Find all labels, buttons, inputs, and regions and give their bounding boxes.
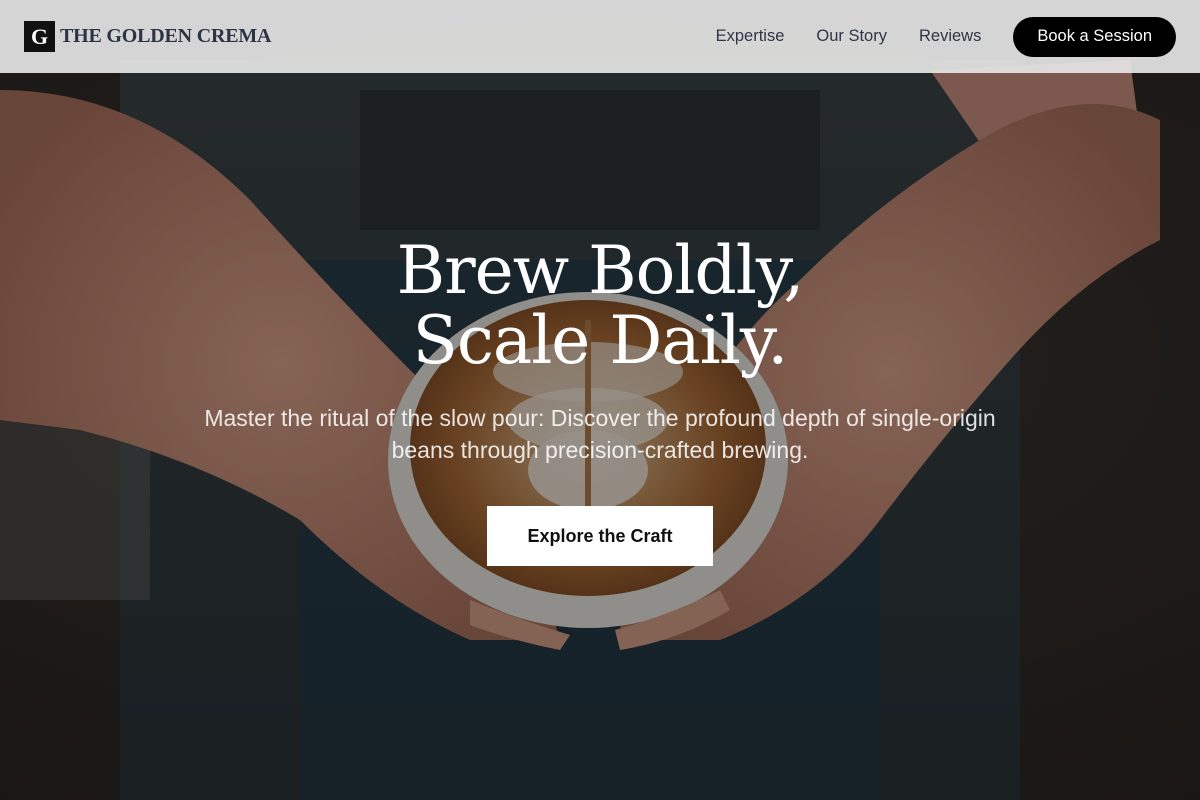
brand-logo[interactable]: G THE GOLDEN CREMA	[24, 21, 271, 52]
site-navbar: G THE GOLDEN CREMA Expertise Our Story R…	[0, 0, 1200, 73]
hero-section: Brew Boldly, Scale Daily. Master the rit…	[0, 0, 1200, 800]
brand-mark-icon: G	[24, 21, 55, 52]
nav-link-expertise[interactable]: Expertise	[716, 27, 785, 46]
nav-link-our-story[interactable]: Our Story	[816, 27, 887, 46]
hero-headline-line-1: Brew Boldly,	[396, 232, 805, 309]
hero-headline-line-2: Scale Daily.	[412, 302, 789, 379]
explore-craft-button[interactable]: Explore the Craft	[487, 506, 713, 566]
brand-name: THE GOLDEN CREMA	[60, 25, 272, 47]
hero-headline: Brew Boldly, Scale Daily.	[0, 236, 1200, 376]
nav-link-reviews[interactable]: Reviews	[919, 27, 981, 46]
nav-links: Expertise Our Story Reviews	[716, 27, 982, 46]
hero-subheadline: Master the ritual of the slow pour: Disc…	[204, 405, 996, 463]
book-session-button[interactable]: Book a Session	[1013, 16, 1176, 57]
